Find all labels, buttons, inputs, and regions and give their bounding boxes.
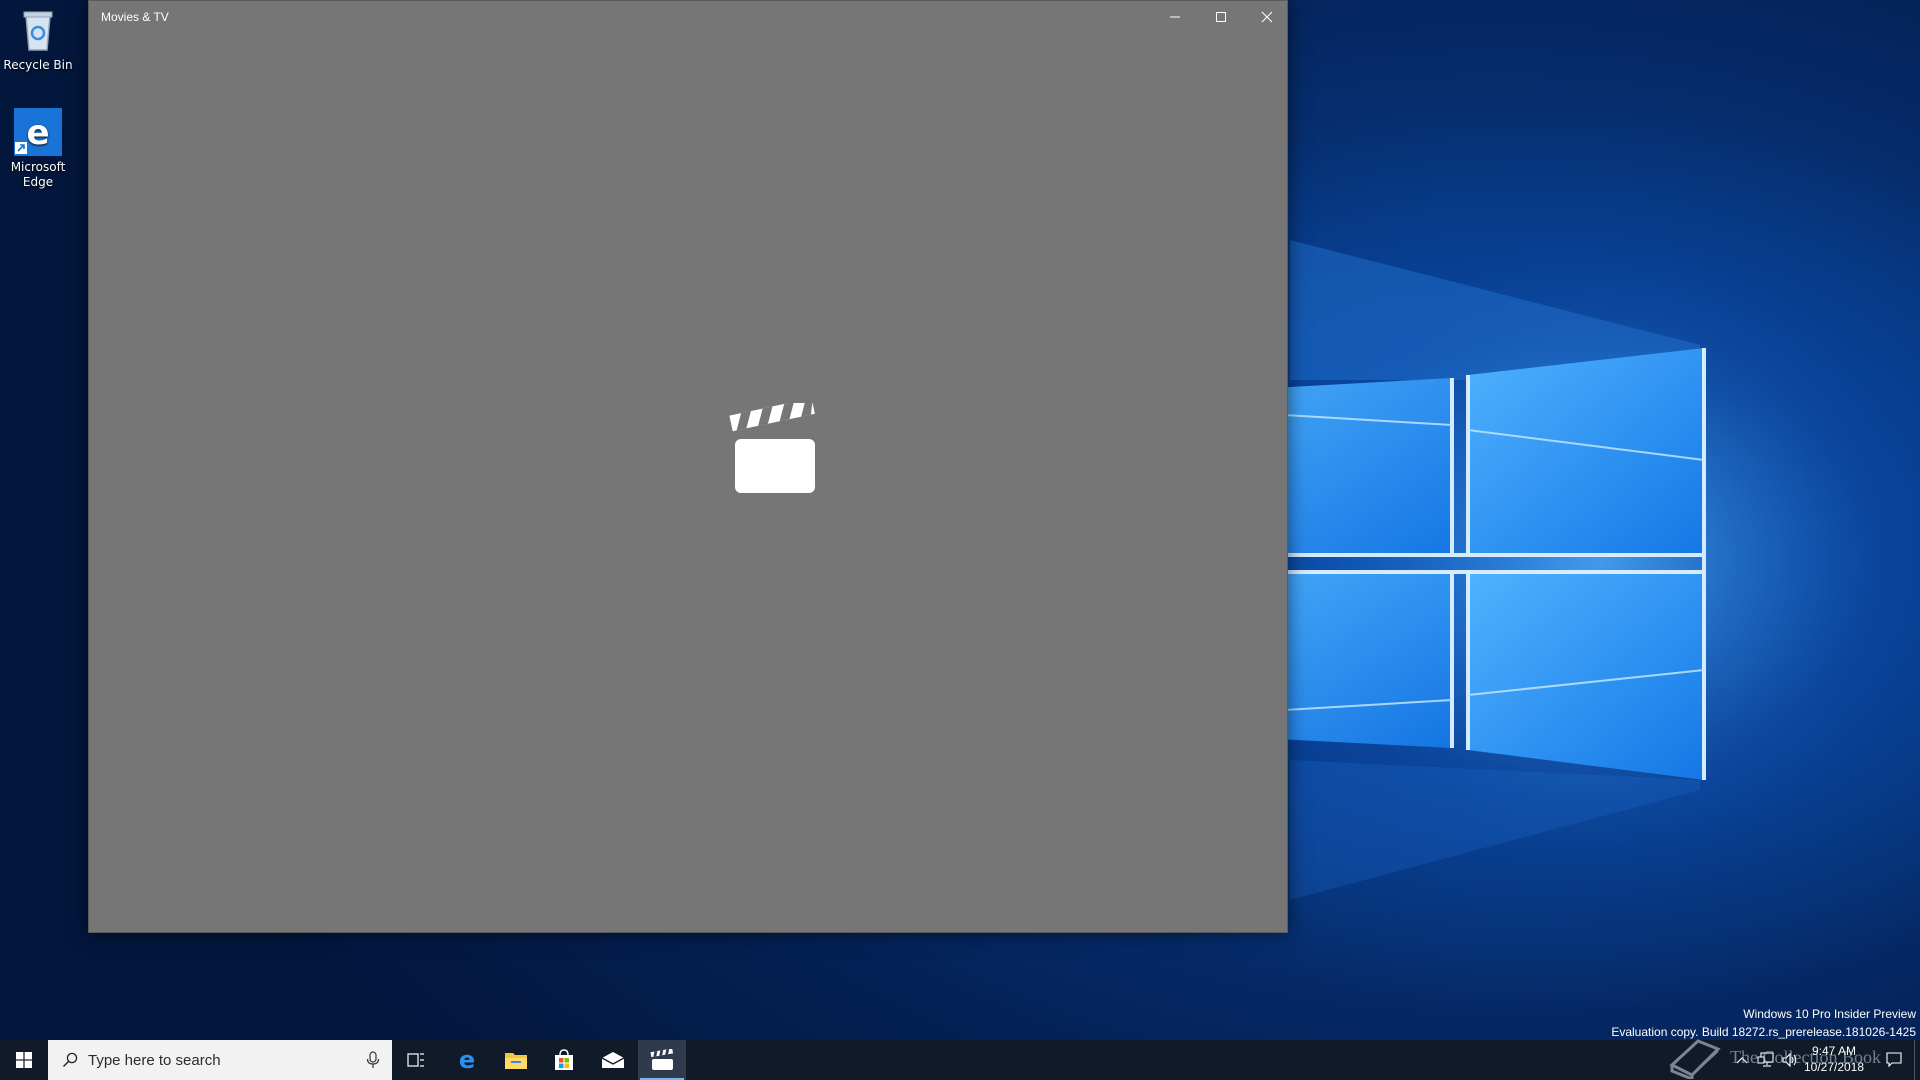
window-title: Movies & TV — [101, 10, 169, 24]
task-view-icon — [407, 1053, 424, 1067]
search-input[interactable] — [88, 1051, 348, 1069]
clapperboard-icon — [729, 398, 817, 499]
book-icon — [1669, 1039, 1721, 1079]
taskbar-mail-button[interactable] — [589, 1040, 637, 1080]
store-icon — [555, 1049, 573, 1070]
microphone-icon[interactable] — [366, 1051, 380, 1069]
taskbar-movies-tv-button[interactable] — [638, 1040, 686, 1080]
task-view-button[interactable] — [392, 1040, 440, 1080]
movies-tv-window[interactable]: Movies & TV — [88, 0, 1288, 933]
window-titlebar[interactable]: Movies & TV — [89, 1, 1287, 33]
watermark-line-edition: Windows 10 Pro Insider Preview — [1743, 1007, 1916, 1021]
start-button[interactable] — [0, 1040, 48, 1080]
taskbar-search-box[interactable] — [48, 1040, 392, 1080]
close-button[interactable] — [1244, 1, 1290, 33]
desktop-icon-label: Microsoft Edge — [10, 160, 66, 189]
windows-start-icon — [16, 1052, 32, 1068]
edge-icon: e — [14, 108, 62, 156]
taskbar-store-button[interactable] — [540, 1040, 588, 1080]
maximize-icon — [1216, 12, 1226, 22]
mail-icon — [601, 1052, 625, 1068]
clapperboard-icon — [650, 1049, 674, 1070]
folder-icon — [505, 1053, 527, 1069]
maximize-button[interactable] — [1198, 1, 1244, 33]
desktop-icon-recycle-bin[interactable]: Recycle Bin — [0, 6, 76, 73]
minimize-button[interactable] — [1152, 1, 1198, 33]
desktop-icon-microsoft-edge[interactable]: e Microsoft Edge — [0, 108, 76, 190]
minimize-icon — [1170, 16, 1180, 18]
edge-icon: e — [459, 1048, 475, 1072]
close-icon — [1261, 11, 1273, 23]
taskbar-file-explorer-button[interactable] — [492, 1040, 540, 1080]
taskbar: e — [0, 1040, 1920, 1080]
svg-text:e: e — [459, 1048, 475, 1072]
recycle-bin-icon — [14, 6, 62, 54]
show-desktop-button[interactable] — [1914, 1040, 1920, 1080]
search-icon — [63, 1052, 78, 1067]
overlay-watermark-logo: The Collection Book — [1668, 1034, 1904, 1080]
svg-text:e: e — [26, 113, 49, 153]
overlay-watermark-text: The Collection Book — [1730, 1046, 1881, 1067]
desktop-icon-label: Recycle Bin — [3, 58, 73, 72]
taskbar-edge-button[interactable]: e — [443, 1040, 491, 1080]
